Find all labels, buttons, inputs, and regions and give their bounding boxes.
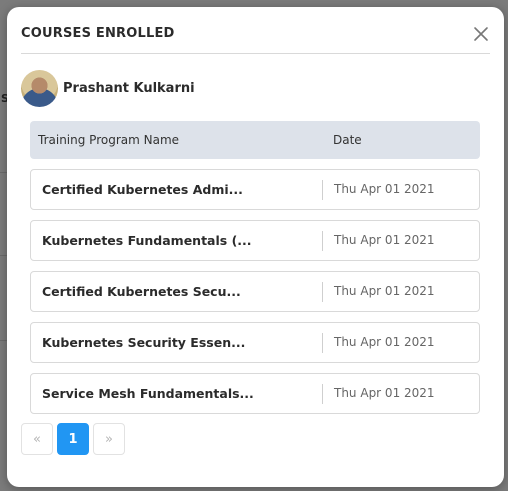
table-row[interactable]: Certified Kubernetes Secu... Thu Apr 01 … (30, 271, 480, 312)
course-name: Certified Kubernetes Secu... (42, 284, 241, 299)
close-icon[interactable] (472, 25, 490, 43)
table-header: Training Program Name Date (30, 121, 480, 159)
table-row[interactable]: Certified Kubernetes Admi... Thu Apr 01 … (30, 169, 480, 210)
background-divider (0, 340, 7, 341)
table-row[interactable]: Service Mesh Fundamentals... Thu Apr 01 … (30, 373, 480, 414)
course-name: Kubernetes Fundamentals (... (42, 233, 252, 248)
course-date: Thu Apr 01 2021 (334, 386, 435, 400)
pagination-page-button[interactable]: 1 (57, 423, 89, 455)
column-header-date: Date (333, 133, 362, 147)
table-row[interactable]: Kubernetes Fundamentals (... Thu Apr 01 … (30, 220, 480, 261)
course-date: Thu Apr 01 2021 (334, 182, 435, 196)
pagination-next-button[interactable]: » (93, 423, 125, 455)
divider (322, 282, 323, 302)
course-name: Certified Kubernetes Admi... (42, 182, 243, 197)
course-name: Service Mesh Fundamentals... (42, 386, 254, 401)
background-divider (0, 172, 7, 173)
column-header-name: Training Program Name (38, 133, 180, 147)
user-row: Prashant Kulkarni (21, 69, 195, 107)
course-name: Kubernetes Security Essen... (42, 335, 246, 350)
pagination: « 1 » (21, 423, 125, 455)
course-date: Thu Apr 01 2021 (334, 233, 435, 247)
course-date: Thu Apr 01 2021 (334, 335, 435, 349)
background-divider (0, 255, 7, 256)
divider (322, 384, 323, 404)
avatar (21, 69, 58, 107)
modal-title: COURSES ENROLLED (21, 26, 175, 41)
divider (322, 333, 323, 353)
user-name: Prashant Kulkarni (63, 80, 195, 96)
pagination-prev-button[interactable]: « (21, 423, 53, 455)
modal-header: COURSES ENROLLED (21, 7, 490, 54)
courses-enrolled-modal: COURSES ENROLLED Prashant Kulkarni Train… (7, 7, 504, 487)
divider (322, 231, 323, 251)
table-row[interactable]: Kubernetes Security Essen... Thu Apr 01 … (30, 322, 480, 363)
divider (322, 180, 323, 200)
course-date: Thu Apr 01 2021 (334, 284, 435, 298)
